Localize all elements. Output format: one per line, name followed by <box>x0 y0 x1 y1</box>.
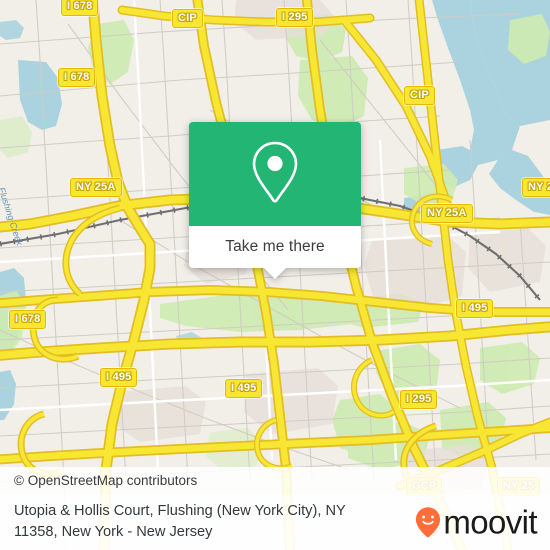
map-pin-icon <box>248 139 302 210</box>
road-shield-ny25a-right: NY 25A <box>421 204 473 223</box>
osm-attribution-text[interactable]: © OpenStreetMap contributors <box>0 473 197 488</box>
road-shield-ny25-edge: NY 2 <box>522 178 550 197</box>
road-shield-i495-left: I 495 <box>100 368 138 387</box>
address-line-1: Utopia & Hollis Court, Flushing (New Yor… <box>14 503 346 519</box>
address-text: Utopia & Hollis Court, Flushing (New Yor… <box>0 501 354 543</box>
callout-pointer <box>264 268 286 279</box>
moovit-pin-icon <box>415 506 441 538</box>
road-shield-i678-top: I 678 <box>61 0 99 16</box>
road-shield-cip-top: CIP <box>172 9 203 28</box>
moovit-logo[interactable]: moovit <box>415 503 538 541</box>
footer-bar: Utopia & Hollis Court, Flushing (New Yor… <box>0 494 550 550</box>
road-shield-i495-right: I 495 <box>456 299 494 318</box>
osm-attribution-bar: © OpenStreetMap contributors <box>0 467 550 494</box>
take-me-there-label: Take me there <box>225 238 325 255</box>
road-shield-i295-bottom: I 295 <box>400 390 438 409</box>
road-shield-cip-right: CIP <box>404 86 435 105</box>
moovit-map-screenshot: I 678 CIP I 295 CIP I 678 NY 25A NY 25A NY 2 I 6… <box>0 0 550 550</box>
road-shield-i295-top: I 295 <box>276 8 314 27</box>
take-me-there-button[interactable]: Take me there <box>189 226 361 279</box>
address-line-2: 11358, New York - New Jersey <box>14 524 213 540</box>
road-shield-i495-center: I 495 <box>225 379 263 398</box>
moovit-wordmark: moovit <box>443 503 537 541</box>
callout-header <box>189 122 361 226</box>
road-shield-ny25a-left: NY 25A <box>70 178 122 197</box>
road-shield-i678-upper-left: I 678 <box>58 68 96 87</box>
location-callout-card[interactable]: Take me there <box>189 122 361 279</box>
road-shield-i678-lower-left: I 678 <box>9 310 47 329</box>
